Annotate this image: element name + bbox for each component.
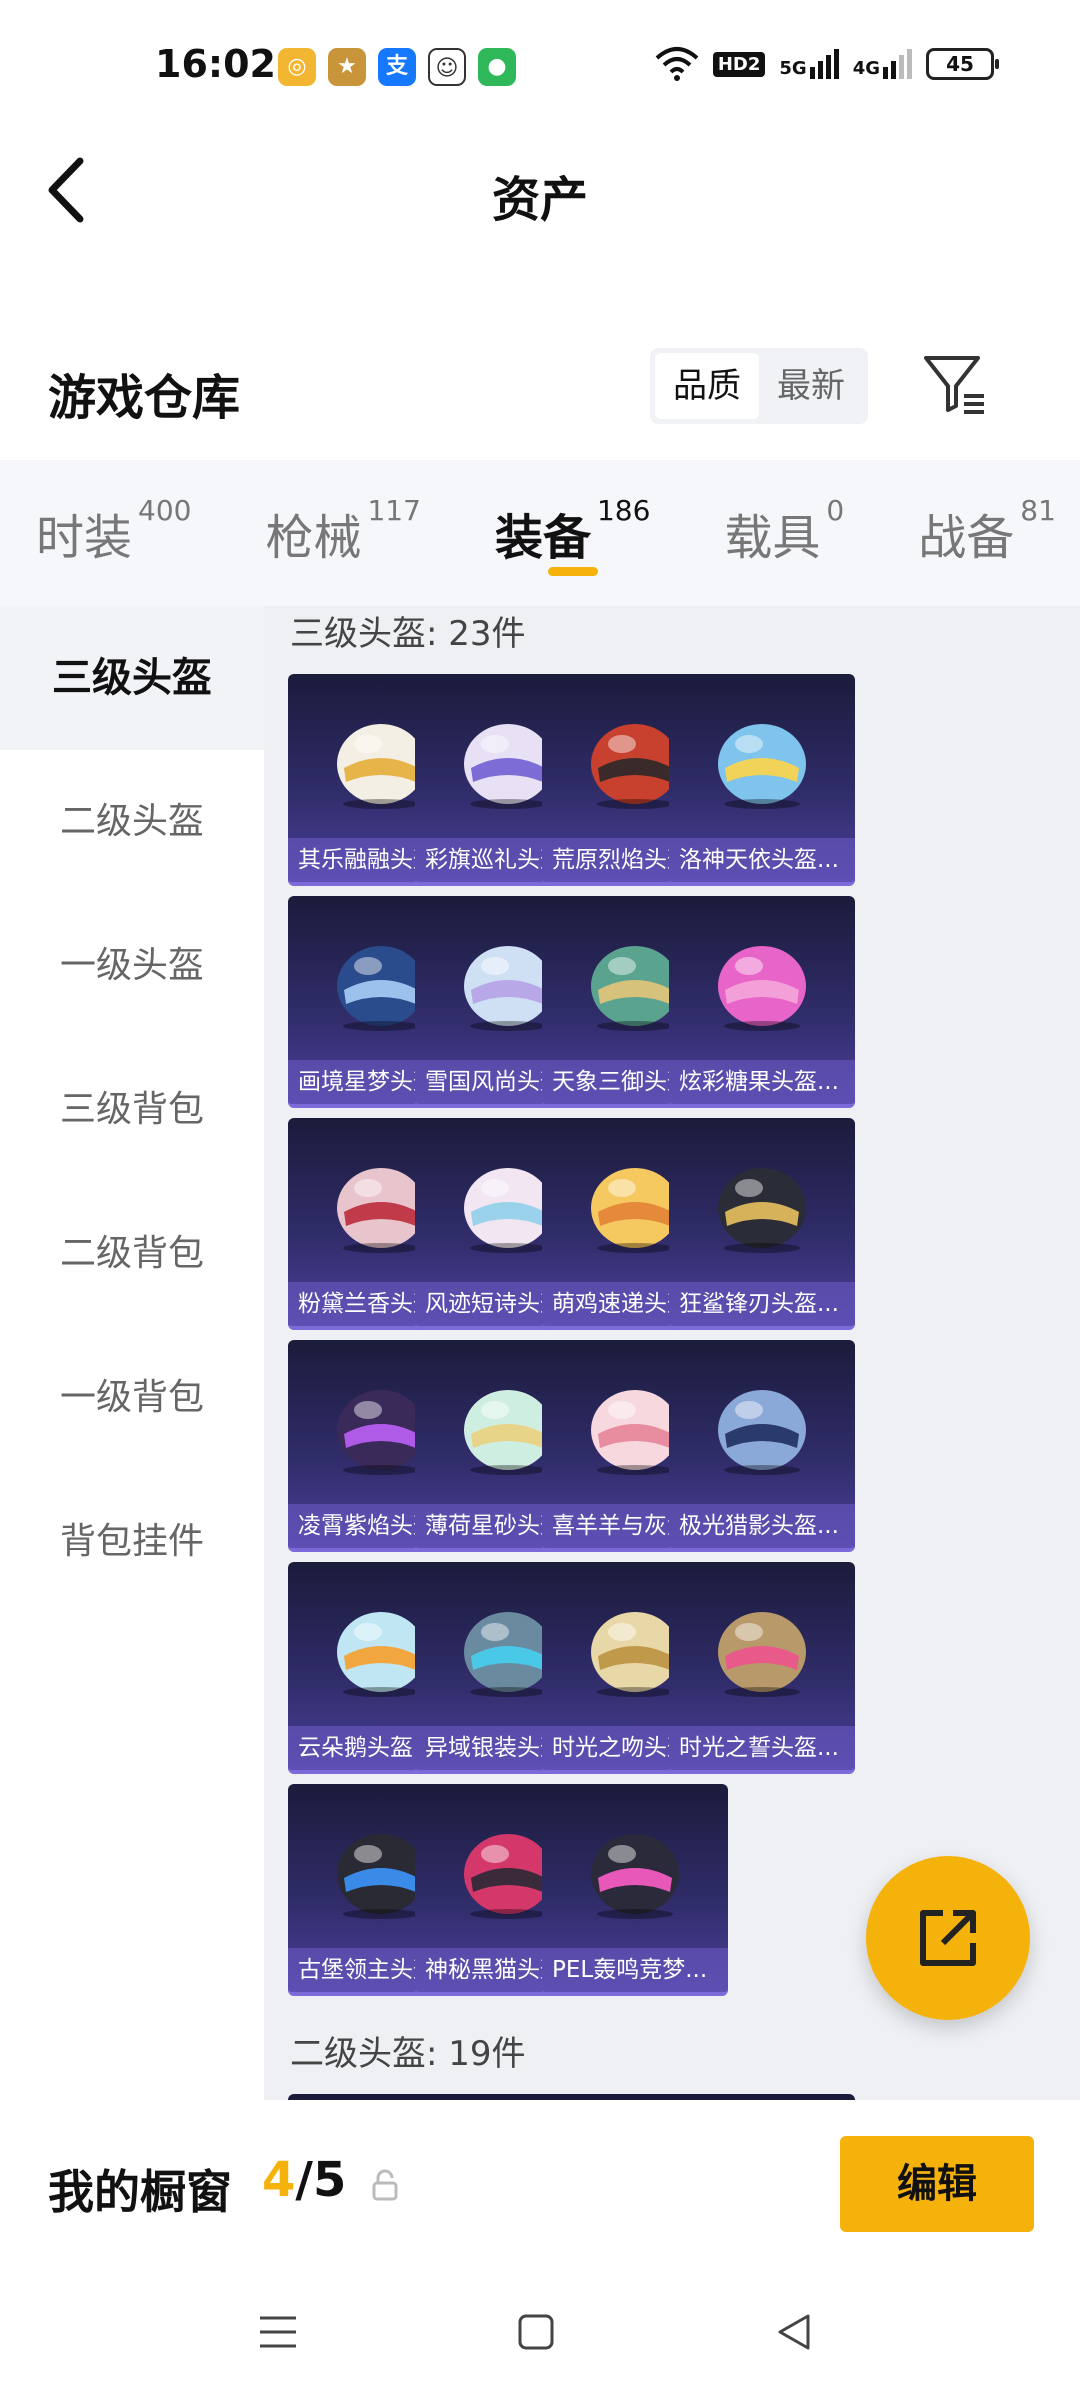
side-nav: 三级头盔 二级头盔 一级头盔 三级背包 二级背包 一级背包 背包挂件 [0,606,264,2100]
home-square-icon [518,2314,554,2350]
tab-fashion[interactable]: 时装 400 [36,460,191,606]
tab-vehicles[interactable]: 载具 0 [724,460,844,606]
status-time: 16:02 [155,42,276,86]
status-indicators: HD2 5G 4G 45 [655,46,999,82]
tab-guns[interactable]: 枪械 117 [265,460,420,606]
side-item-level1-backpack[interactable]: 一级背包 [0,1326,264,1470]
tab-count: 117 [367,494,421,527]
item-card-label: 狂鲨锋刃头盔... [669,1282,855,1326]
side-item-level2-backpack[interactable]: 二级背包 [0,1182,264,1326]
signal-4g-icon: 4G [853,49,912,79]
helmet-icon [718,724,806,809]
tab-supplies[interactable]: 战备 81 [918,460,1056,606]
item-card[interactable]: PEL轰鸣竞梦... [542,1784,728,1996]
nav-back-triangle-icon [778,2314,810,2350]
app-chat-icon: ☺ [428,48,466,86]
item-card-label: 洛神天依头盔... [669,838,855,882]
item-card[interactable]: 极光猎影头盔... [669,1340,855,1552]
item-card[interactable]: 洛神天依头盔... [669,674,855,886]
app-alipay-icon: 支 [378,48,416,86]
battery-indicator: 45 [926,48,999,80]
wifi-icon [655,47,699,81]
tab-count: 81 [1020,494,1056,527]
section-title-level3: 三级头盔: 23件 [290,614,526,654]
side-item-level3-helmet[interactable]: 三级头盔 [0,606,264,750]
tab-equipment[interactable]: 装备 186 [495,460,650,606]
active-tab-indicator [547,567,598,576]
share-icon [920,1910,976,1966]
filter-icon [924,356,984,414]
helmet-icon [718,1168,806,1253]
sort-option-quality[interactable]: 品质 [655,353,759,419]
helmet-icon [718,946,806,1031]
side-item-backpack-charm[interactable]: 背包挂件 [0,1470,264,1614]
sort-option-newest[interactable]: 最新 [759,353,863,419]
item-card-label: 炫彩糖果头盔... [669,1060,855,1104]
filter-button[interactable] [920,350,990,420]
lock-icon [372,2169,398,2201]
showcase-count: 4/5 [262,2152,347,2208]
item-card-label: 时光之誓头盔... [669,1726,855,1770]
nav-back-button[interactable] [764,2302,824,2362]
share-button[interactable] [866,1856,1030,2020]
page-title: 资产 [491,172,588,228]
hd-badge: HD2 [712,51,766,77]
item-card[interactable]: 狂鲨锋刃头盔... [669,1118,855,1330]
status-bar: 16:02 ◎ ★ 支 ☺ ● HD2 5G 4G 45 [0,0,1080,130]
app-panda-icon: ● [478,48,516,86]
nav-home-button[interactable] [506,2302,566,2362]
showcase-title: 我的橱窗 [48,2165,232,2219]
item-card[interactable]: 时光之誓头盔... [669,1562,855,1774]
tab-count: 400 [138,494,192,527]
edit-button[interactable]: 编辑 [840,2136,1034,2232]
helmet-icon [591,1834,679,1919]
helmet-icon [718,1612,806,1697]
item-card[interactable]: 炫彩糖果头盔... [669,896,855,1108]
nav-menu-button[interactable] [248,2302,308,2362]
showcase-bar: 我的橱窗 4/5 编辑 [0,2100,1080,2270]
warehouse-title: 游戏仓库 [48,370,241,426]
sort-toggle: 品质 最新 [650,348,868,424]
category-tabs: 时装 400 枪械 117 装备 186 载具 0 战备 81 [0,460,1080,606]
side-item-level1-helmet[interactable]: 一级头盔 [0,894,264,1038]
app-game-icon: ★ [328,48,366,86]
item-card-label: 极光猎影头盔... [669,1504,855,1548]
menu-icon [260,2316,296,2348]
side-item-level2-helmet[interactable]: 二级头盔 [0,750,264,894]
helmet-icon [718,1390,806,1475]
system-nav-bar [0,2270,1080,2400]
signal-5g-icon: 5G [779,49,839,79]
warehouse-header: 游戏仓库 品质 最新 [0,340,1080,460]
tab-count: 186 [596,494,651,527]
status-app-icons: ◎ ★ 支 ☺ ● [278,48,516,86]
item-card-label: PEL轰鸣竞梦... [542,1948,728,1992]
side-item-level3-backpack[interactable]: 三级背包 [0,1038,264,1182]
app-target-icon: ◎ [278,48,316,86]
tab-count: 0 [826,494,845,527]
section-title-level2: 二级头盔: 19件 [290,2034,526,2074]
header-bar: 资产 [0,130,1080,250]
